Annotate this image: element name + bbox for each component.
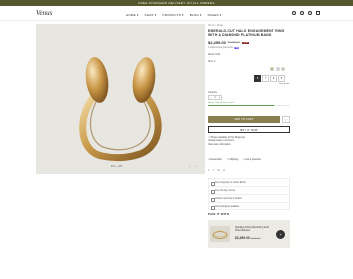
stock-bar	[208, 105, 290, 106]
size-option[interactable]: 9	[278, 75, 285, 82]
main-nav: HOME ▾ SHOP ▾ PRODUCTS ▾ BLOG ▾ PAGES ▾	[126, 13, 221, 17]
product-title: EMERALD-CUT HALO ENGAGEMENT RING WITH A …	[208, 29, 285, 38]
size-guide-link[interactable]: Size guide	[279, 83, 289, 85]
size-label: Size: 6	[208, 59, 216, 63]
add-to-cart-button[interactable]: ADD TO CART	[208, 116, 280, 123]
color-swatches	[270, 67, 285, 71]
nav-item-blog[interactable]: BLOG ▾	[190, 13, 202, 17]
pair-price-current: $2,499.00	[235, 236, 250, 240]
pair-product-card[interactable]: Sparkling Infinity Band Ring Gold Chain …	[208, 220, 290, 248]
installments-text: 4 interest-free payments	[208, 46, 233, 49]
swatch-gold[interactable]	[270, 67, 274, 71]
gallery-arrows: ‹ ›	[189, 164, 197, 168]
site-header: Venus HOME ▾ SHOP ▾ PRODUCTS ▾ BLOG ▾ PA…	[0, 6, 353, 21]
size-option[interactable]: 8	[270, 75, 277, 82]
product-image	[79, 57, 162, 162]
feature-item: Gift packaging available	[208, 202, 290, 210]
nav-item-pages[interactable]: PAGES ▾	[208, 13, 222, 17]
facebook-icon[interactable]: f	[208, 169, 209, 172]
stock-bar-fill	[208, 105, 274, 106]
account-icon[interactable]	[300, 11, 304, 15]
qty-value[interactable]: 1	[214, 96, 215, 99]
product-info: Home / Rings EMERALD-CUT HALO ENGAGEMENT…	[208, 24, 290, 63]
description-link[interactable]: ◇ Description	[208, 158, 222, 161]
feature-list: Free shipping on orders $150+ Free 30-da…	[208, 178, 290, 210]
color-label: Metal: Gold	[208, 52, 221, 56]
quantity-stepper: − 1 +	[208, 95, 222, 100]
feature-item: Lifetime warranty included	[208, 194, 290, 202]
buy-now-button[interactable]: BUY IT NOW	[208, 126, 290, 133]
gallery-next-button[interactable]: ›	[196, 164, 197, 168]
bracelet-image	[212, 230, 228, 239]
nav-item-home[interactable]: HOME ▾	[126, 13, 139, 17]
qty-minus-button[interactable]: −	[210, 96, 211, 99]
pair-product-name[interactable]: Sparkling Infinity Band Ring Gold Chain …	[235, 227, 271, 233]
ask-question-link[interactable]: ◇ Ask a Question	[243, 158, 261, 161]
swatch-silver[interactable]	[275, 67, 280, 71]
product-price-old: $2,999.00	[227, 41, 240, 45]
gallery-prev-button[interactable]: ‹	[189, 164, 190, 168]
pair-add-button[interactable]: +	[276, 230, 285, 239]
qty-plus-button[interactable]: +	[219, 96, 220, 99]
nav-item-products[interactable]: PRODUCTS ▾	[163, 13, 184, 17]
installments-note: 4 interest-free payments Pay	[208, 46, 290, 49]
size-option[interactable]: 7	[262, 75, 269, 82]
size-option[interactable]: 6	[254, 75, 261, 82]
shipping-link[interactable]: ◇ Shipping	[227, 158, 238, 161]
breadcrumb[interactable]: Home / Rings	[208, 24, 290, 27]
pay-badge: Pay	[233, 46, 240, 49]
stock-text: Hurry! Only 10 left in stock	[208, 102, 234, 104]
store-info-link[interactable]: View store information	[208, 144, 245, 147]
feature-item: Free 30-day returns	[208, 186, 290, 194]
product-links: ◇ Description ◇ Shipping ◇ Ask a Questio…	[208, 158, 261, 161]
cart-icon[interactable]	[316, 11, 320, 15]
feature-item: Free shipping on orders $150+	[208, 178, 290, 186]
search-icon[interactable]	[292, 11, 296, 15]
sale-badge: -17%	[241, 41, 249, 45]
gallery-counter: 1/3 — 1/3	[111, 165, 122, 168]
pair-it-with-title: PAIR IT WITH	[208, 212, 230, 216]
price-row: $2,499.00 $2,999.00 -17%	[208, 40, 290, 45]
swatch-rose[interactable]	[281, 67, 285, 71]
header-icons	[292, 11, 320, 15]
logo[interactable]: Venus	[36, 9, 52, 17]
twitter-icon[interactable]: t	[213, 169, 214, 172]
nav-item-shop[interactable]: SHOP ▾	[145, 13, 157, 17]
email-icon[interactable]: ✉	[217, 169, 219, 172]
pickup-info: ✓ Pickup available at The Rings Ave Usua…	[208, 137, 245, 147]
product-gallery[interactable]: 1/3 — 1/3 ‹ ›	[36, 24, 205, 174]
product-price: $2,499.00	[208, 40, 226, 46]
pair-product-image[interactable]	[210, 226, 230, 242]
quantity-label: Quantity	[208, 91, 217, 94]
pair-price-old: $2,999.00	[250, 238, 261, 240]
pinterest-icon[interactable]: p	[224, 169, 225, 172]
size-options: 6 7 8 9	[254, 75, 285, 82]
share-icons: f t ✉ p	[208, 169, 225, 172]
pair-product-price: $2,499.00$2,999.00	[235, 236, 260, 240]
wishlist-button[interactable]: ♡	[282, 116, 290, 123]
wishlist-icon[interactable]	[308, 11, 312, 15]
